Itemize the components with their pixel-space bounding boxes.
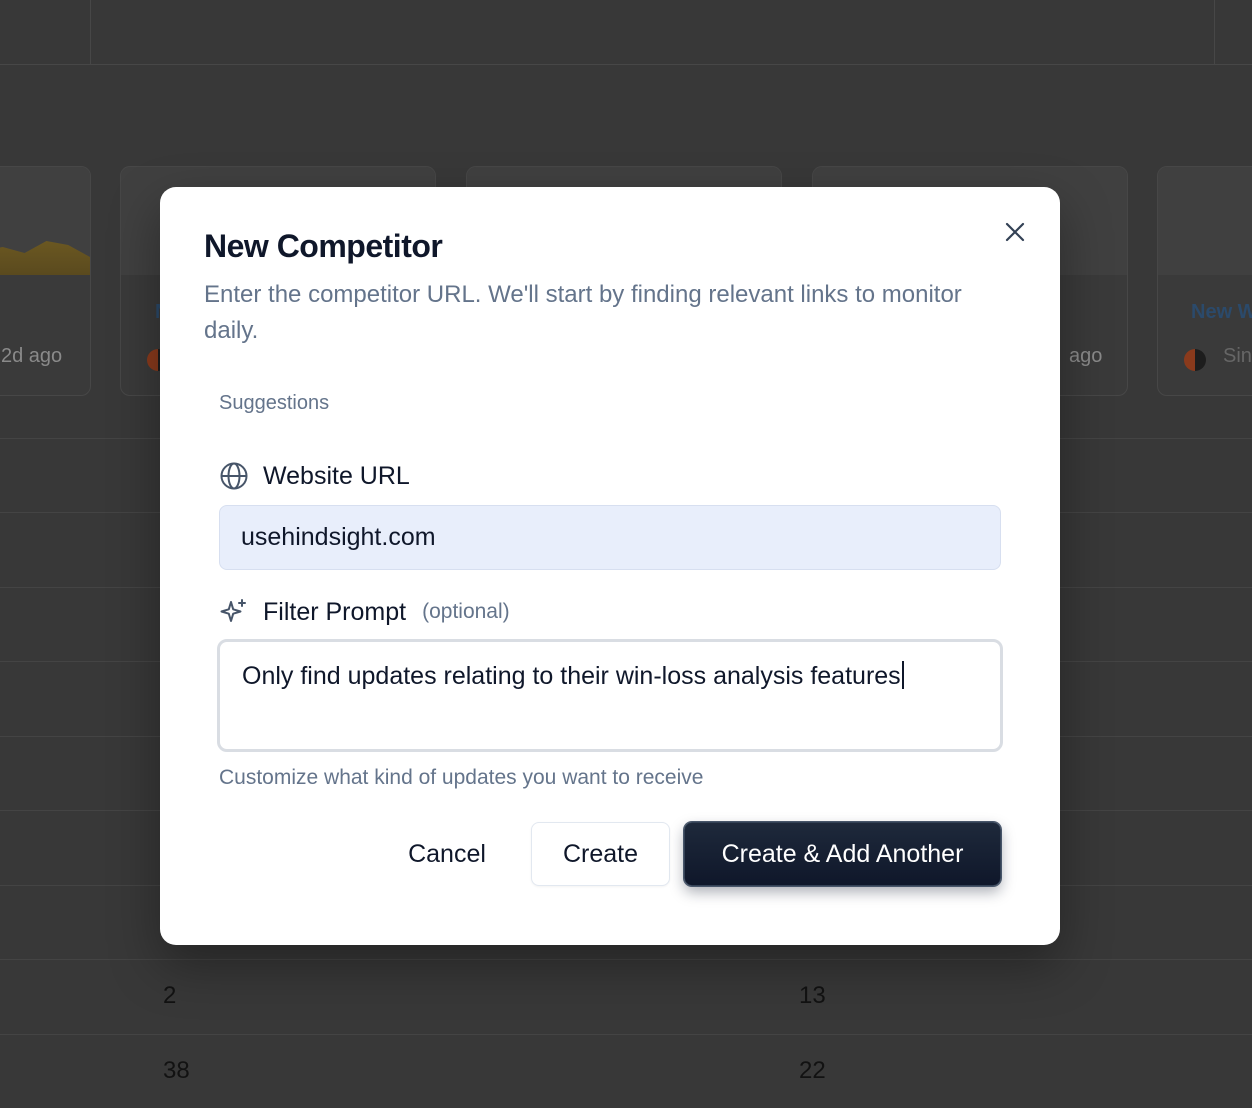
filter-prompt-label-row: Filter Prompt (optional) [219, 597, 510, 627]
create-button[interactable]: Create [531, 822, 670, 886]
close-icon [1005, 222, 1025, 242]
website-url-input[interactable] [219, 505, 1001, 570]
table-cell: 2 [163, 982, 177, 1009]
card-source: Sin [1223, 345, 1252, 367]
card-time: 2d ago [1, 345, 63, 367]
filter-prompt-helper: Customize what kind of updates you want … [219, 766, 704, 789]
close-button[interactable] [996, 213, 1034, 251]
website-url-label: Website URL [263, 461, 410, 490]
table-cell: 38 [163, 1057, 190, 1084]
sparkles-icon [220, 599, 246, 622]
suggestions-button[interactable]: Suggestions [219, 392, 329, 415]
cancel-button[interactable]: Cancel [384, 822, 510, 886]
background-card: New W Sin [1157, 166, 1252, 396]
create-and-add-another-button[interactable]: Create & Add Another [684, 822, 1001, 886]
dialog-description: Enter the competitor URL. We'll start by… [204, 281, 962, 344]
website-url-label-row: Website URL [219, 461, 410, 491]
table-cell: 22 [799, 1057, 826, 1084]
text-caret [901, 661, 904, 689]
background-topbar [0, 0, 1252, 65]
filter-prompt-textarea[interactable]: Only find updates relating to their win-… [217, 639, 1003, 752]
source-logo-icon [1184, 349, 1206, 371]
filter-prompt-label: Filter Prompt [263, 597, 407, 626]
card-time: ago [1069, 345, 1103, 367]
optional-hint: (optional) [422, 600, 510, 623]
background-card: 2d ago [0, 166, 91, 396]
table-cell: 13 [799, 982, 826, 1009]
card-new-label: New W [1191, 301, 1252, 323]
dialog-title: New Competitor [204, 228, 443, 264]
filter-prompt-text: Only find updates relating to their win-… [242, 662, 901, 690]
globe-icon [220, 462, 248, 490]
